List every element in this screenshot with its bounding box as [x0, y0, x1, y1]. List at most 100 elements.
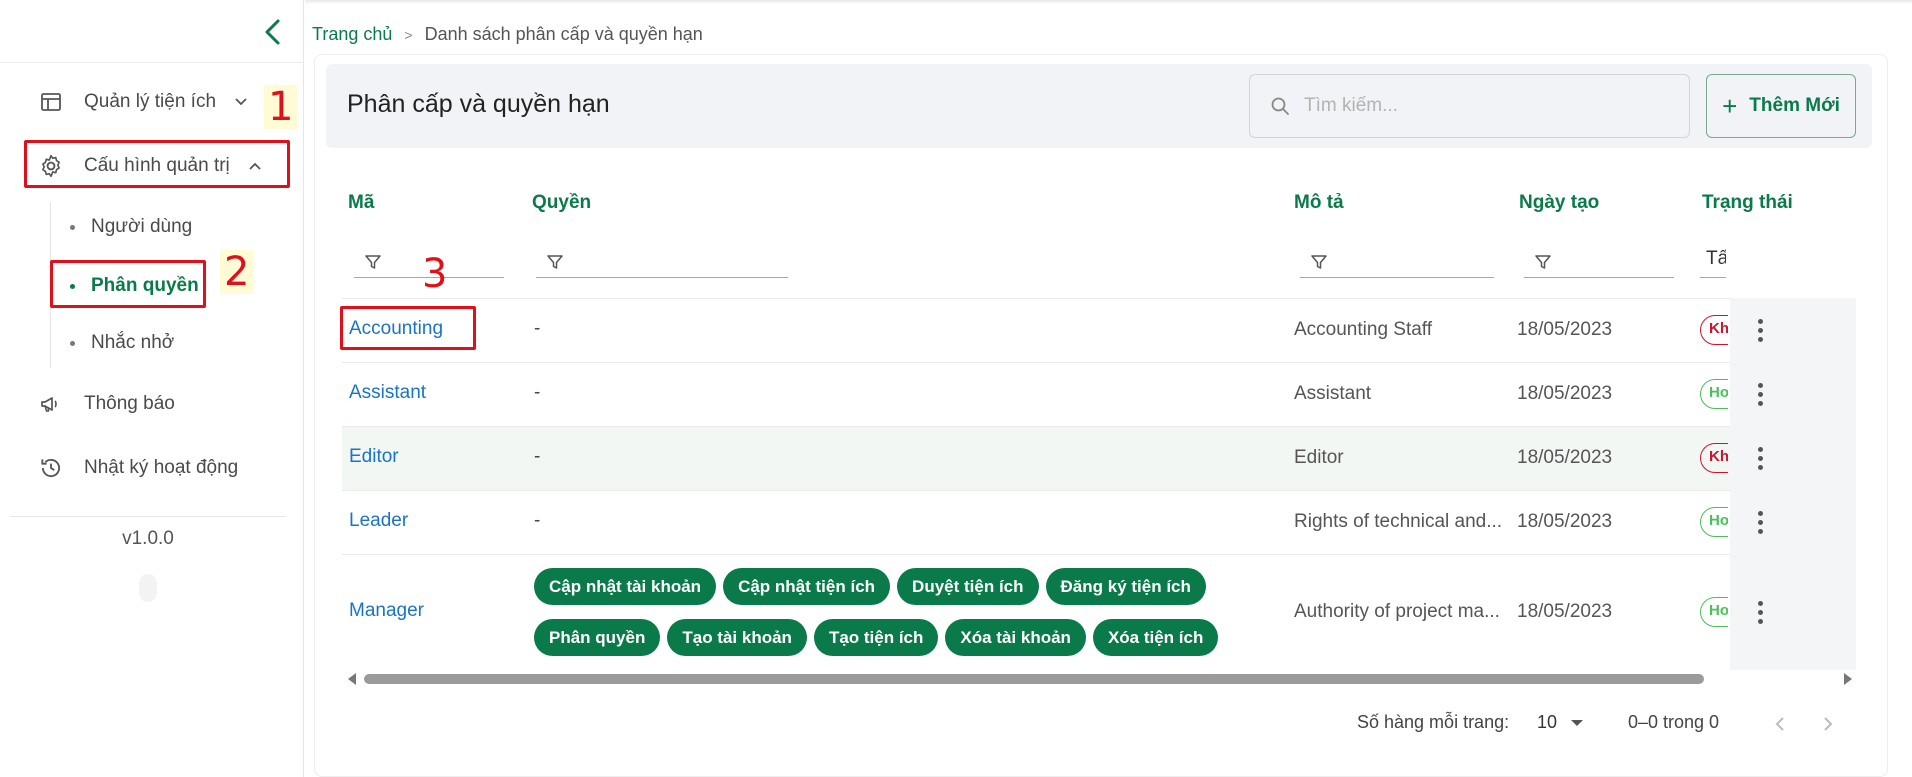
row-actions-button[interactable] — [1750, 597, 1770, 627]
status-badge: Hoạt động — [1700, 507, 1728, 537]
chevron-right-icon — [1824, 717, 1833, 731]
role-code-link[interactable]: Assistant — [349, 382, 426, 404]
next-page-button[interactable] — [1816, 712, 1840, 736]
sidebar-item-thong-bao[interactable]: Thông báo — [36, 386, 175, 422]
permission-chip: Phân quyền — [534, 619, 661, 656]
sidebar-item-label: Quản lý tiện ích — [84, 91, 217, 112]
add-new-button-label: Thêm Mới — [1749, 95, 1840, 116]
filter-quyen[interactable] — [536, 246, 788, 278]
role-created-date: 18/05/2023 — [1517, 319, 1613, 340]
permission-chip: Tạo tài khoản — [667, 619, 807, 656]
annotation-label-3: 3 — [422, 251, 448, 297]
previous-page-button[interactable] — [1768, 712, 1792, 736]
breadcrumb-home-link[interactable]: Trang chủ — [312, 24, 392, 45]
column-header-trang-thai[interactable]: Trạng thái — [1702, 192, 1793, 214]
more-vertical-icon — [1757, 510, 1763, 516]
role-description: Accounting Staff — [1294, 319, 1433, 340]
row-actions-button[interactable] — [1750, 443, 1770, 473]
row-actions-button[interactable] — [1750, 379, 1770, 409]
sidebar-scroll-handle[interactable] — [139, 574, 157, 602]
breadcrumb-current: Danh sách phân cấp và quyền hạn — [424, 24, 703, 44]
search-input[interactable] — [1304, 95, 1664, 117]
megaphone-icon — [36, 389, 66, 419]
pagination-range: 0–0 trong 0 — [1628, 712, 1720, 732]
permission-chip: Cập nhật tài khoản — [534, 568, 717, 605]
search-box[interactable] — [1249, 74, 1690, 138]
permission-chip: Duyệt tiện ích — [897, 568, 1039, 605]
sidebar-item-quan-ly-tien-ich[interactable]: Quản lý tiện ích — [36, 84, 250, 120]
role-code-link[interactable]: Editor — [349, 446, 399, 468]
more-vertical-icon — [1757, 382, 1763, 388]
more-vertical-icon — [1757, 446, 1763, 452]
permission-chip: Xóa tiện ích — [1092, 619, 1219, 656]
chevron-left-icon — [1775, 717, 1784, 731]
bullet-icon — [70, 340, 75, 346]
sidebar-item-nhat-ky-hoat-dong[interactable]: Nhật ký hoạt động — [36, 450, 238, 486]
scrollbar-thumb[interactable] — [364, 674, 1704, 684]
annotation-box-1 — [24, 140, 290, 188]
add-new-button[interactable]: + Thêm Mới — [1706, 74, 1856, 138]
sidebar-divider — [10, 516, 286, 517]
filter-mo-ta[interactable] — [1300, 246, 1494, 278]
history-icon — [36, 453, 66, 483]
table-row[interactable]: Manager Cập nhật tài khoản Cập nhật tiện… — [342, 554, 1856, 670]
permission-chip: Tạo tiện ích — [813, 619, 939, 656]
status-badge: Hoạt động — [1700, 379, 1728, 409]
table-row[interactable]: Accounting - Accounting Staff 18/05/2023… — [342, 298, 1856, 362]
annotation-box-3 — [340, 306, 476, 350]
permission-chip: Xóa tài khoản — [945, 619, 1086, 656]
breadcrumb: Trang chủ > Danh sách phân cấp và quyền … — [312, 24, 703, 45]
app-root: Quản lý tiện ích Cấu hình quản trị Người… — [0, 0, 1912, 777]
filter-icon — [1535, 254, 1551, 269]
filter-ngay-tao[interactable] — [1524, 246, 1674, 278]
column-header-ngay-tao[interactable]: Ngày tạo — [1519, 192, 1599, 214]
app-version: v1.0.0 — [122, 528, 174, 549]
filter-trang-thai-select[interactable]: Tất cả — [1700, 244, 1726, 278]
role-code-link[interactable]: Leader — [349, 510, 408, 532]
role-permissions: - — [534, 318, 541, 339]
scroll-right-arrow-icon[interactable] — [1844, 673, 1852, 685]
filter-icon — [365, 254, 381, 269]
more-vertical-icon — [1757, 318, 1763, 324]
status-badge-clip: Khóa — [1700, 443, 1728, 473]
bullet-icon — [70, 224, 75, 230]
search-icon — [1271, 97, 1289, 115]
row-actions-button[interactable] — [1750, 315, 1770, 345]
status-badge: Khóa — [1700, 315, 1728, 345]
column-header-mo-ta[interactable]: Mô tả — [1294, 192, 1344, 214]
sidebar-item-label: Thông báo — [84, 393, 175, 414]
column-header-quyen[interactable]: Quyền — [532, 192, 591, 214]
role-created-date: 18/05/2023 — [1517, 383, 1613, 404]
column-header-ma[interactable]: Mã — [348, 192, 374, 214]
chevron-left-icon — [265, 19, 280, 45]
table-row[interactable]: Editor - Editor 18/05/2023 Khóa — [342, 426, 1856, 490]
sidebar-subitem-nguoi-dung[interactable]: Người dùng — [70, 210, 192, 244]
annotation-label-2: 2 — [220, 250, 254, 294]
status-badge-clip: Hoạt động — [1700, 507, 1728, 537]
rows-per-page-value: 10 — [1537, 712, 1558, 732]
table-row[interactable]: Assistant - Assistant 18/05/2023 Hoạt độ… — [342, 362, 1856, 426]
permission-chip: Đăng ký tiện ích — [1045, 568, 1206, 605]
role-permissions: - — [534, 510, 541, 531]
table-row[interactable]: Leader - Rights of technical and... 18/0… — [342, 490, 1856, 554]
rows-per-page-label: Số hàng mỗi trang: — [1357, 712, 1510, 732]
sidebar-subitem-nhac-nho[interactable]: Nhắc nhở — [70, 326, 174, 360]
role-permissions: - — [534, 382, 541, 403]
role-code-link[interactable]: Manager — [349, 600, 424, 622]
filter-icon — [547, 254, 563, 269]
sidebar-item-label: Nhật ký hoạt động — [84, 457, 239, 478]
status-badge-clip: Khóa — [1700, 315, 1728, 345]
status-badge-clip: Hoạt động — [1700, 597, 1728, 627]
collapse-sidebar-button[interactable] — [256, 14, 288, 50]
row-actions-button[interactable] — [1750, 507, 1770, 537]
scroll-left-arrow-icon[interactable] — [348, 673, 356, 685]
layout-icon — [36, 87, 66, 117]
role-created-date: 18/05/2023 — [1517, 511, 1613, 532]
plus-icon: + — [1722, 90, 1738, 121]
permission-chip-list: Cập nhật tài khoản Cập nhật tiện ích Duy… — [534, 568, 1254, 656]
more-vertical-icon — [1757, 600, 1763, 606]
rows-per-page-select[interactable]: 10 — [1537, 712, 1584, 733]
status-badge-clip: Hoạt động — [1700, 379, 1728, 409]
table-horizontal-scrollbar[interactable] — [346, 670, 1854, 688]
page-title: Phân cấp và quyền hạn — [347, 90, 610, 118]
